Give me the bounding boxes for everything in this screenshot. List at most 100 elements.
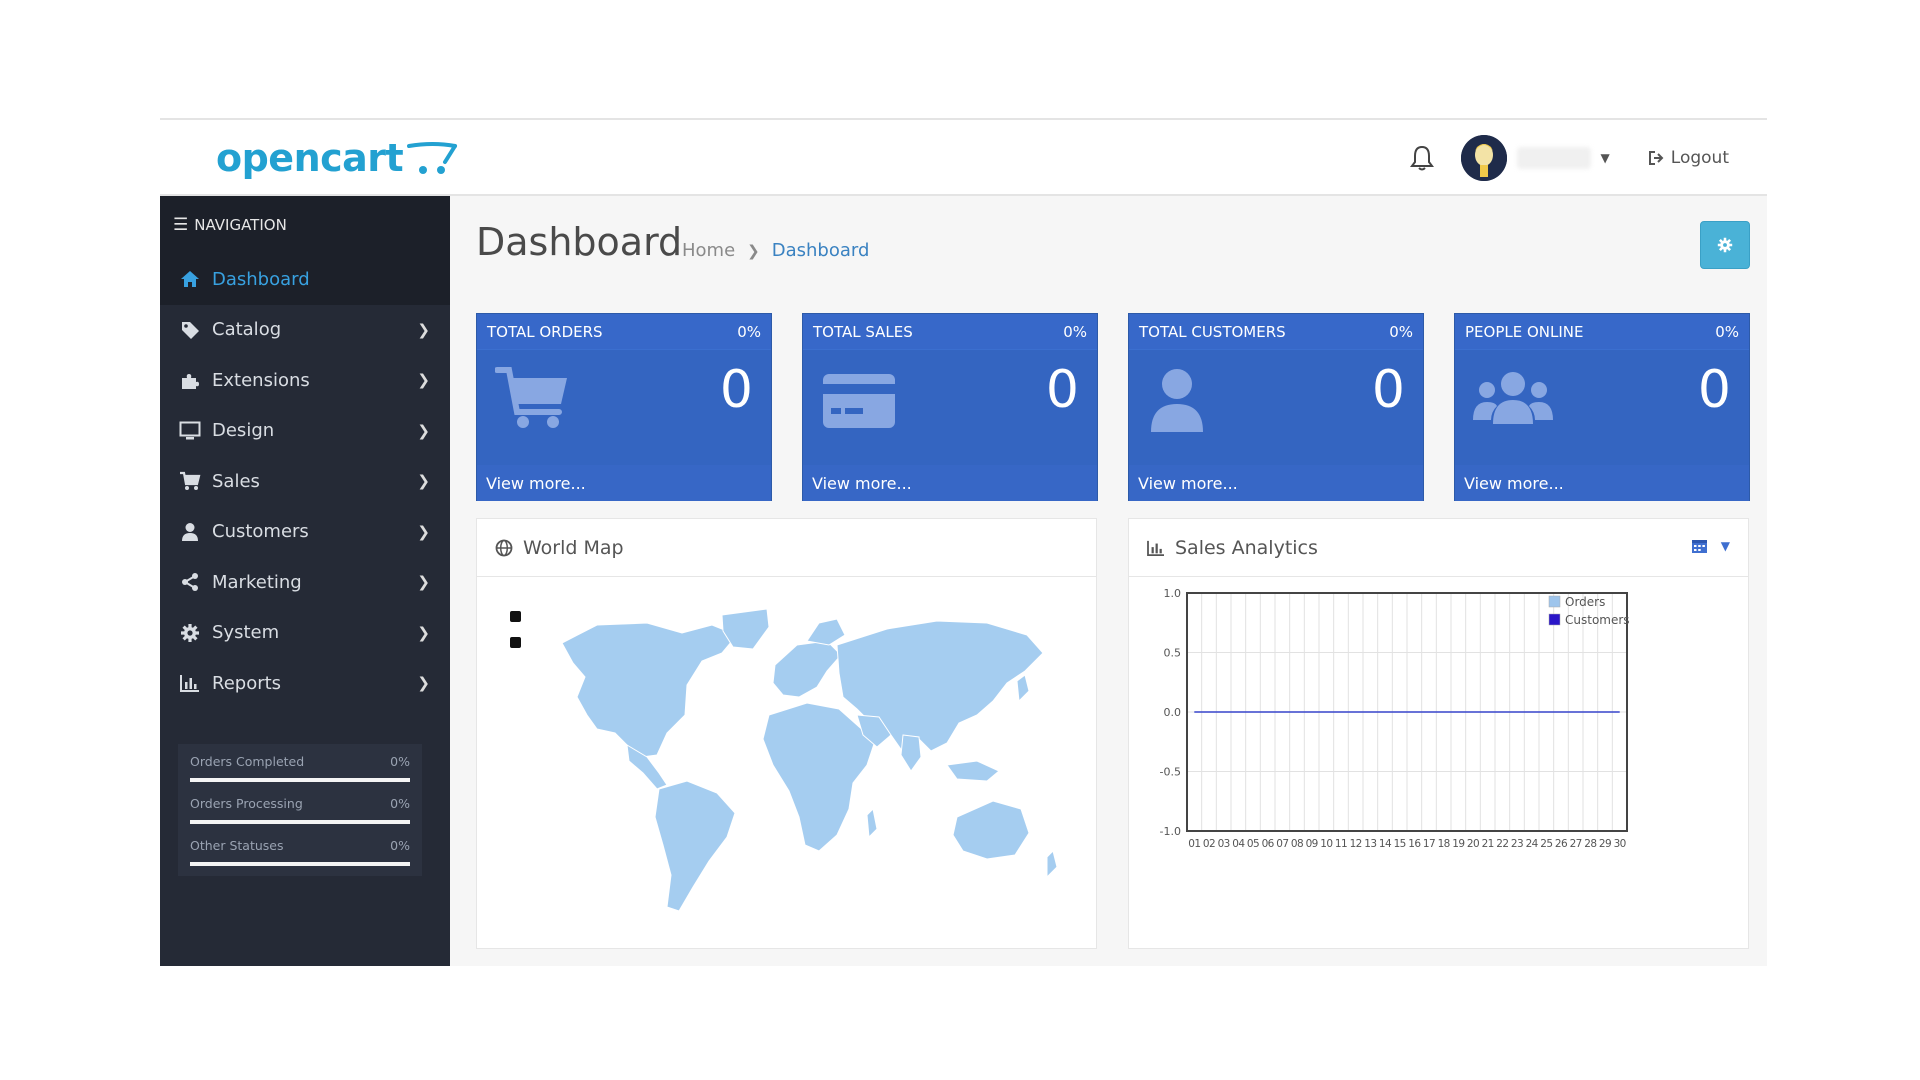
world-map[interactable] bbox=[507, 605, 1067, 935]
calendar-icon bbox=[1691, 540, 1707, 553]
top-header: opencart ▼ Logout bbox=[160, 118, 1767, 196]
x-tick-label: 21 bbox=[1482, 838, 1494, 850]
x-tick-label: 07 bbox=[1276, 838, 1288, 850]
sales-analytics-chart: 1.00.50.0-0.5-1.001 02 03 04 05 06 07 08 09 10 11 1… bbox=[1160, 587, 1630, 850]
navigation-title: NAVIGATION bbox=[194, 216, 287, 234]
logout-link[interactable]: Logout bbox=[1648, 148, 1729, 168]
sidebar-item-extensions[interactable]: Extensions ❯ bbox=[160, 355, 450, 406]
x-tick-label: 13 bbox=[1364, 838, 1376, 850]
chevron-right-icon: ❯ bbox=[417, 674, 430, 692]
main-content: Dashboard Home ❯ Dashboard TOTAL ORDERS 0… bbox=[450, 196, 1767, 966]
sidebar-item-label: Marketing bbox=[212, 571, 302, 593]
panel-title: Sales Analytics bbox=[1175, 536, 1318, 559]
caret-down-icon[interactable]: ▼ bbox=[1601, 151, 1610, 165]
logout-label: Logout bbox=[1670, 148, 1729, 168]
breadcrumb-home[interactable]: Home bbox=[682, 240, 735, 261]
sidebar-item-customers[interactable]: Customers ❯ bbox=[160, 507, 450, 558]
sidebar-item-sales[interactable]: Sales ❯ bbox=[160, 456, 450, 507]
legend-label: Customers bbox=[1565, 613, 1630, 627]
bar-chart-icon bbox=[178, 672, 202, 694]
view-more-link[interactable]: View more... bbox=[477, 465, 771, 501]
sidebar-item-marketing[interactable]: Marketing ❯ bbox=[160, 557, 450, 608]
gear-icon bbox=[178, 622, 202, 644]
x-tick-label: 02 bbox=[1203, 838, 1215, 850]
x-tick-label: 12 bbox=[1350, 838, 1362, 850]
sidebar-item-system[interactable]: System ❯ bbox=[160, 608, 450, 659]
breadcrumb-current[interactable]: Dashboard bbox=[772, 240, 870, 261]
view-more-link[interactable]: View more... bbox=[1455, 465, 1749, 501]
x-tick-label: 29 bbox=[1599, 838, 1611, 850]
cart-logo-icon bbox=[407, 142, 458, 174]
tile-title: TOTAL CUSTOMERS bbox=[1139, 322, 1286, 341]
status-progress-fill bbox=[190, 820, 410, 824]
navigation-header[interactable]: ☰ NAVIGATION bbox=[160, 196, 450, 254]
x-tick-label: 20 bbox=[1467, 838, 1479, 850]
tile-percent: 0% bbox=[1063, 322, 1087, 341]
bell-icon[interactable] bbox=[1407, 143, 1437, 173]
puzzle-icon bbox=[178, 369, 202, 391]
cart-icon bbox=[178, 470, 202, 492]
legend-swatch bbox=[1548, 613, 1561, 626]
users-icon bbox=[1473, 372, 1553, 424]
gear-icon bbox=[1717, 237, 1733, 253]
x-tick-label: 05 bbox=[1247, 838, 1259, 850]
x-tick-label: 30 bbox=[1614, 838, 1626, 850]
y-tick-label: -1.0 bbox=[1160, 825, 1181, 838]
status-percent: 0% bbox=[390, 796, 410, 811]
order-status-summary: Orders Completed 0% Orders Processing 0%… bbox=[178, 744, 422, 876]
view-more-link[interactable]: View more... bbox=[803, 465, 1097, 501]
logo-text: opencart bbox=[216, 136, 404, 180]
credit-card-icon bbox=[823, 374, 895, 428]
share-icon bbox=[178, 571, 202, 593]
date-range-button[interactable]: ▼ bbox=[1691, 537, 1730, 554]
sidebar: ☰ NAVIGATION Dashboard Catalog ❯ Extensi… bbox=[160, 196, 450, 966]
chevron-right-icon: ❯ bbox=[417, 320, 430, 339]
caret-down-icon: ▼ bbox=[1720, 538, 1730, 553]
user-avatar[interactable] bbox=[1460, 135, 1507, 181]
tile-value: 0 bbox=[1045, 360, 1079, 420]
opencart-logo[interactable]: opencart bbox=[216, 136, 459, 180]
settings-button[interactable] bbox=[1700, 221, 1750, 269]
sidebar-item-design[interactable]: Design ❯ bbox=[160, 406, 450, 457]
chevron-right-icon: ❯ bbox=[417, 573, 430, 591]
tile-title: TOTAL SALES bbox=[813, 322, 913, 341]
x-tick-label: 11 bbox=[1335, 838, 1347, 850]
x-tick-label: 18 bbox=[1438, 838, 1450, 850]
x-tick-label: 08 bbox=[1291, 838, 1303, 850]
tile-total-customers: TOTAL CUSTOMERS 0% 0 View more... bbox=[1128, 313, 1424, 501]
monitor-icon bbox=[178, 420, 202, 442]
status-progress-bar bbox=[190, 778, 410, 782]
x-tick-label: 03 bbox=[1218, 838, 1230, 850]
status-label: Orders Processing bbox=[190, 796, 303, 811]
x-tick-label: 15 bbox=[1394, 838, 1406, 850]
x-tick-label: 09 bbox=[1306, 838, 1318, 850]
cart-icon bbox=[495, 367, 567, 428]
sidebar-item-dashboard[interactable]: Dashboard bbox=[160, 254, 450, 305]
status-percent: 0% bbox=[390, 754, 410, 769]
chevron-right-icon: ❯ bbox=[417, 472, 430, 490]
x-tick-label: 23 bbox=[1511, 838, 1523, 850]
sidebar-item-label: System bbox=[212, 622, 280, 644]
y-tick-label: 0.5 bbox=[1164, 647, 1182, 660]
sidebar-item-reports[interactable]: Reports ❯ bbox=[160, 658, 450, 709]
sidebar-item-label: Customers bbox=[212, 521, 309, 543]
sidebar-item-label: Design bbox=[212, 420, 275, 442]
globe-icon bbox=[495, 539, 513, 556]
sidebar-item-label: Reports bbox=[212, 672, 282, 694]
breadcrumb: Home ❯ Dashboard bbox=[682, 240, 869, 261]
status-other-statuses: Other Statuses 0% bbox=[190, 838, 410, 880]
sidebar-item-label: Sales bbox=[212, 470, 260, 492]
sidebar-item-label: Dashboard bbox=[212, 268, 310, 290]
x-tick-label: 24 bbox=[1526, 838, 1539, 850]
tile-value: 0 bbox=[1371, 360, 1405, 420]
chevron-right-icon: ❯ bbox=[417, 522, 430, 541]
view-more-link[interactable]: View more... bbox=[1129, 465, 1423, 501]
y-tick-label: 0.0 bbox=[1164, 706, 1182, 719]
x-tick-label: 19 bbox=[1452, 838, 1464, 850]
sidebar-item-catalog[interactable]: Catalog ❯ bbox=[160, 305, 450, 356]
x-tick-label: 10 bbox=[1320, 838, 1332, 850]
status-progress-fill bbox=[190, 778, 410, 782]
x-tick-label: 01 bbox=[1188, 838, 1200, 850]
tile-total-sales: TOTAL SALES 0% 0 View more... bbox=[802, 313, 1098, 501]
user-name-blurred[interactable] bbox=[1516, 147, 1591, 169]
